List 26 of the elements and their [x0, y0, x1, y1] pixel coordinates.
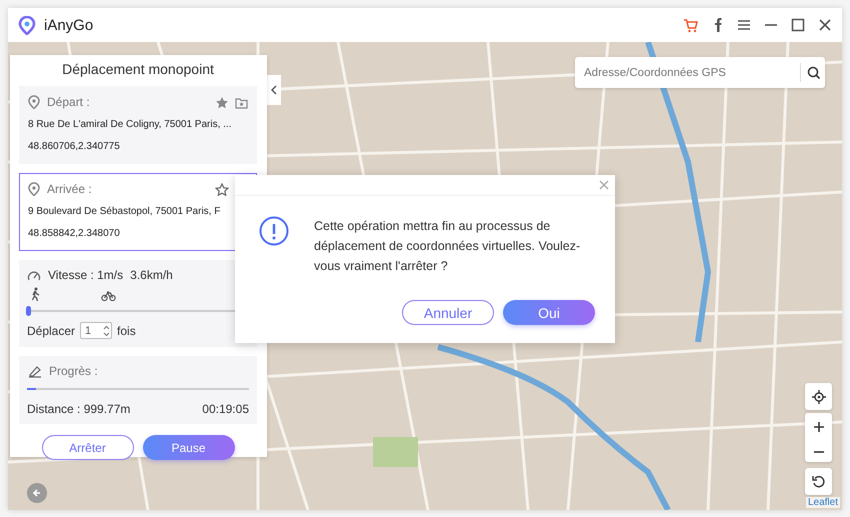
pause-button[interactable]: Pause: [142, 435, 234, 460]
speed-value: 3.6km/h: [130, 268, 173, 282]
stop-button[interactable]: Arrêter: [42, 435, 134, 460]
location-label: Arrivée :: [47, 182, 93, 196]
distance-text: Distance : 999.77m: [27, 402, 130, 416]
repeat-suffix: fois: [117, 324, 136, 338]
address-text: 9 Boulevard De Sébastopol, 75001 Paris, F: [28, 205, 220, 218]
cancel-button[interactable]: Annuler: [402, 300, 494, 325]
confirm-button[interactable]: Oui: [503, 300, 595, 325]
location-label: Départ :: [47, 95, 91, 109]
coordinates-text: 48.858842,2.348070: [28, 227, 120, 240]
location-card[interactable]: Arrivée : 9 Boulevard De Sébastopol, 75001 Paris, F 48.858842,2.348070: [19, 173, 257, 251]
search-bar[interactable]: Adresse/Coordonnées GPS: [575, 57, 825, 88]
attribution-link[interactable]: Leaflet: [806, 497, 840, 508]
panel-title: Déplacement monopoint: [61, 61, 215, 77]
search-field[interactable]: Adresse/Coordonnées GPS: [575, 66, 800, 80]
dialog-message: Cette opération mettra fin au processus de déplacement de coordonnées virtuelles. Voulez-vous vraiment l'arrêter ?: [314, 218, 582, 275]
location-card[interactable]: Départ : 8 Rue De L'amiral De Coligny, 75001 Paris, ... 48.860706,2.340775: [19, 86, 257, 164]
progress-label: Progrès :: [49, 364, 98, 378]
repeat-count-field[interactable]: 1: [80, 322, 112, 339]
coordinates-text: 48.860706,2.340775: [28, 140, 120, 153]
repeat-label: Déplacer: [27, 324, 76, 338]
app-title: iAnyGo: [44, 16, 94, 34]
speed-label: Vitesse : 1m/s: [48, 268, 124, 282]
address-text: 8 Rue De L'amiral De Coligny, 75001 Paris, ...: [28, 118, 232, 131]
elapsed-time: 00:19:05: [202, 402, 249, 416]
